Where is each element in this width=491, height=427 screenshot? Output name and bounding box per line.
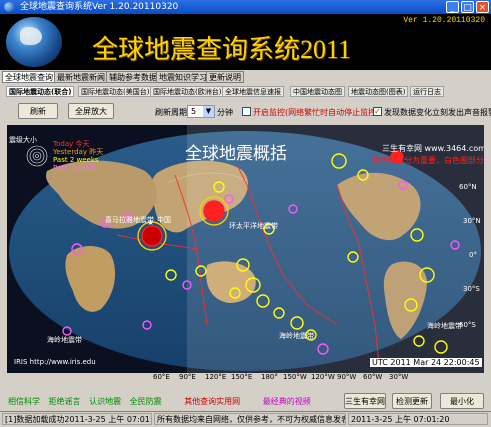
link-learn-earthquakes[interactable]: 认识地震 — [89, 397, 121, 406]
lon-label: 30°W — [389, 373, 409, 381]
lon-label: 120°W — [311, 373, 335, 381]
longitude-labels: 60°E 90°E 120°E 150°E 180° 150°W 120°W 9… — [7, 373, 484, 383]
minimize-app-button[interactable]: 最小化 — [440, 393, 484, 409]
legend-past-5-years: Past 5 years — [53, 164, 96, 172]
refresh-period-label: 刷新周期 — [155, 108, 187, 117]
lat-label-60n: 60°N — [459, 183, 477, 191]
fullscreen-button[interactable]: 全屏放大 — [68, 103, 114, 119]
map-label-himalaya: 喜马拉雅地震带 — [105, 216, 154, 224]
banner: 全球地震查询系统2011 Ver 1.20.20110320 — [0, 14, 491, 70]
map-label-ridge-2: 海岭地震带 — [279, 332, 314, 340]
chevron-down-icon: ▼ — [203, 106, 214, 117]
lon-label: 60°E — [153, 373, 170, 381]
lon-label: 150°E — [231, 373, 253, 381]
link-query-sites[interactable]: 其他查询实用网 — [184, 397, 240, 406]
tab-update-notes[interactable]: 更新说明 — [206, 71, 244, 83]
earth-globe-icon — [6, 17, 62, 67]
legend: Today 今天 Yesterday 昨天 Past 2 weeks Past … — [53, 140, 103, 172]
app-icon — [4, 2, 14, 12]
subtab-intl-joint[interactable]: 国际地震动态(联合) — [6, 86, 75, 97]
refresh-period-unit: 分钟 — [217, 108, 233, 117]
tab-reference-data[interactable]: 辅助参考数据 — [106, 71, 160, 83]
sansheng-site-button[interactable]: 三生有幸网 — [344, 393, 386, 409]
link-classic-videos[interactable]: 最经典的视频 — [263, 397, 311, 406]
toolbar: 刷新 全屏放大 刷新周期 5 ▼ 分钟 开启监控(网络繁忙时自动停止监控) ✓ … — [4, 98, 491, 122]
legend-today: Today 今天 — [53, 140, 90, 148]
subtab-intl-us[interactable]: 国际地震动态(美国台) — [78, 86, 153, 97]
link-trust-science[interactable]: 相信科学 — [8, 397, 40, 406]
status-load: [1]数据加载成功2011-3-25 上午 07:01:13 — [2, 413, 152, 425]
tab-earthquake-query[interactable]: 全球地震查询 — [2, 71, 56, 83]
utc-timestamp: UTC 2011 Mar 24 22:00:45 — [370, 358, 482, 367]
bottom-links: 相信科学 拒绝谣言 认识地震 全民防震 其他查询实用网 最经典的视频 — [8, 396, 317, 407]
earthquake-map[interactable]: ★ 震级大小 Today 今天 Yesterday 昨天 Past 2 week… — [7, 125, 484, 373]
map-label-china: 中国 — [157, 216, 171, 224]
link-earthquake-prevention[interactable]: 全民防震 — [130, 397, 162, 406]
alarm-checkbox[interactable]: ✓ — [373, 107, 382, 116]
lat-label-0: 0° — [469, 251, 477, 259]
subtab-global-report[interactable]: 全球地震信息速报 — [222, 86, 284, 97]
lat-label-30s: 30°S — [463, 285, 480, 293]
legend-size-label: 震级大小 — [9, 136, 37, 144]
status-disclaimer: 所有数据均来自网络，仅供参考，不可为权威信息发表 — [154, 413, 346, 425]
lat-label-60s: 60°S — [459, 321, 476, 329]
window-title: 全球地震查询系统Ver 1.20.20110320 — [20, 2, 179, 12]
minimize-button[interactable]: _ — [446, 1, 459, 13]
map-label-ridge-1: 海岭地震带 — [47, 336, 82, 344]
link-reject-rumors[interactable]: 拒绝谣言 — [49, 397, 81, 406]
lon-label: 150°W — [283, 373, 307, 381]
status-bar: [1]数据加载成功2011-3-25 上午 07:01:13 所有数据均来自网络… — [0, 411, 491, 427]
lon-label: 90°E — [179, 373, 196, 381]
map-label-pacific: 环太平洋地震带 — [229, 222, 278, 230]
monitor-checkbox[interactable] — [242, 107, 251, 116]
maximize-button[interactable]: □ — [461, 1, 474, 13]
subtab-china-map[interactable]: 中国地震动态图 — [290, 86, 345, 97]
alarm-label: 发现数据变化立刻发出声音报警 — [384, 108, 491, 117]
title-bar: 全球地震查询系统Ver 1.20.20110320 _ □ × — [0, 0, 491, 14]
iris-credit: IRIS http://www.iris.edu — [14, 358, 96, 366]
subtab-intl-eu[interactable]: 国际地震动态(欧洲台) — [150, 86, 225, 97]
lon-label: 120°E — [205, 373, 227, 381]
subtab-chart-map[interactable]: 地震动态图(图表) — [348, 86, 409, 97]
map-title: 全球地震概括 — [185, 144, 287, 163]
check-update-button[interactable]: 检测更新 — [392, 393, 432, 409]
tab-latest-news[interactable]: 最新地震新闻 — [54, 71, 108, 83]
refresh-period-value: 5 — [191, 107, 197, 116]
map-site-label: 三生有幸网 www.3464.com — [382, 144, 484, 153]
legend-past-2-weeks: Past 2 weeks — [53, 156, 99, 164]
monitor-label: 开启监控(网络繁忙时自动停止监控) — [253, 108, 380, 117]
map-note: 黄色圈部分为重要，白色圈部分为白天 — [372, 156, 484, 165]
version-label: Ver 1.20.20110320 — [403, 16, 485, 25]
banner-title: 全球地震查询系统2011 — [92, 35, 352, 64]
close-button[interactable]: × — [476, 1, 489, 13]
subtab-run-log[interactable]: 运行日志 — [410, 86, 444, 97]
refresh-period-select[interactable]: 5 ▼ — [187, 105, 215, 118]
map-label-ridge-3: 海岭地震带 — [427, 322, 462, 330]
lat-label-30n: 30°N — [463, 217, 481, 225]
refresh-button[interactable]: 刷新 — [18, 103, 58, 119]
status-time: 2011-3-25 上午 07:01:20 — [348, 413, 488, 425]
lon-label: 60°W — [363, 373, 383, 381]
tab-knowledge[interactable]: 地震知识学习 — [156, 71, 210, 83]
legend-yesterday: Yesterday 昨天 — [53, 148, 104, 156]
lon-label: 180° — [261, 373, 278, 381]
lon-label: 90°W — [337, 373, 357, 381]
